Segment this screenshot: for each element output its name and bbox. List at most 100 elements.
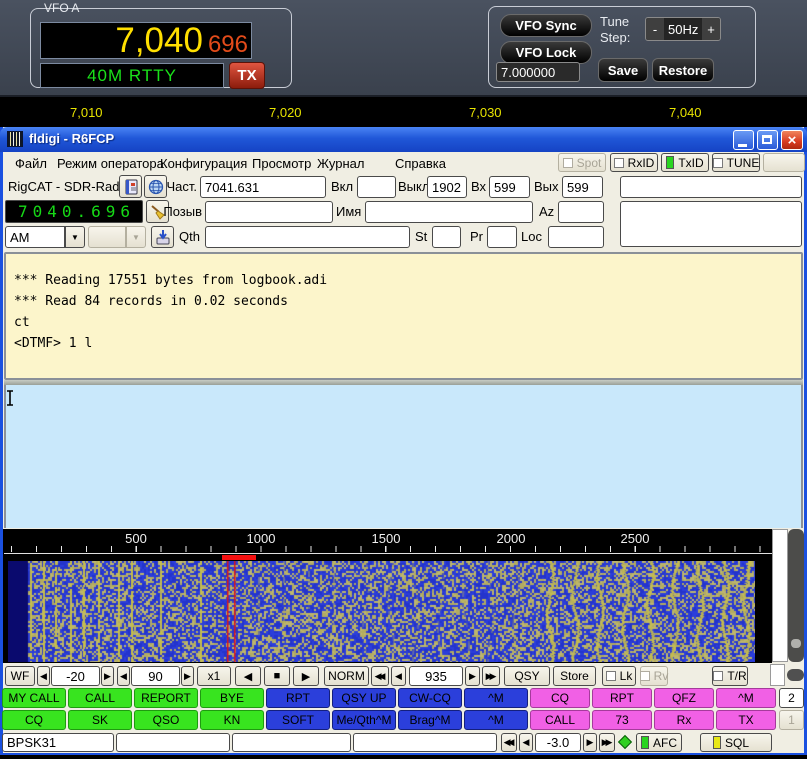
save-button[interactable]: Save xyxy=(598,58,648,82)
macro-12[interactable]: ^M xyxy=(716,688,776,708)
window-titlebar[interactable]: fldigi - R6FCP × xyxy=(0,127,807,152)
status-mode[interactable]: BPSK31 xyxy=(2,733,114,752)
squelch-up[interactable]: ▶ xyxy=(583,733,597,752)
macro-3[interactable]: REPORT xyxy=(134,688,198,708)
rst-in-input[interactable]: 599 xyxy=(489,176,530,198)
maximize-button[interactable] xyxy=(757,130,778,150)
band-mode-display[interactable]: 40M RTTY xyxy=(40,63,224,88)
macro-24[interactable]: TX xyxy=(716,710,776,730)
st-input[interactable] xyxy=(432,226,461,248)
vfo-lock-button[interactable]: VFO Lock xyxy=(500,41,592,64)
mode-combo-arrow[interactable]: ▼ xyxy=(65,226,85,248)
step-minus-button[interactable]: - xyxy=(646,18,664,40)
menu-help[interactable]: Справка xyxy=(393,152,448,174)
audio-freq-value[interactable]: 935 xyxy=(409,666,463,686)
menu-op-mode[interactable]: Режим оператора xyxy=(55,152,166,174)
notes2-box[interactable] xyxy=(620,201,802,247)
reverse-toggle[interactable]: Rv xyxy=(640,666,668,686)
wf-side-slider[interactable] xyxy=(788,529,804,662)
macro-10[interactable]: RPT xyxy=(592,688,652,708)
macro-17[interactable]: SOFT xyxy=(266,710,330,730)
wf-range-down[interactable]: ◀ xyxy=(117,666,130,686)
wf-gain-up[interactable]: ▶ xyxy=(101,666,114,686)
wf-bandwidth-marker[interactable] xyxy=(222,555,256,560)
vfo-sync-button[interactable]: VFO Sync xyxy=(500,14,592,37)
macro-6[interactable]: QSY UP xyxy=(332,688,396,708)
wf-speed-button[interactable]: NORM xyxy=(324,666,369,686)
macro-11[interactable]: QFZ xyxy=(654,688,714,708)
macro-2[interactable]: CALL xyxy=(68,688,132,708)
macro-7[interactable]: CW-CQ xyxy=(398,688,462,708)
menu-configure[interactable]: Конфигурация xyxy=(158,152,249,174)
az-input[interactable] xyxy=(558,201,604,223)
logbook-button[interactable] xyxy=(119,175,142,198)
wf-scroll-left[interactable]: ◀ xyxy=(235,666,261,686)
lock-toggle[interactable]: Lk xyxy=(602,666,636,686)
wf-mode-button[interactable]: WF xyxy=(5,666,35,686)
macro-15[interactable]: QSO xyxy=(134,710,198,730)
macro-9[interactable]: CQ xyxy=(530,688,590,708)
store-button[interactable]: Store xyxy=(553,666,596,686)
macro-19[interactable]: Brag^M xyxy=(398,710,462,730)
macro-16[interactable]: KN xyxy=(200,710,264,730)
freq-step-down[interactable]: ◀ xyxy=(391,666,406,686)
loc-input[interactable] xyxy=(548,226,604,248)
macro-21[interactable]: CALL xyxy=(530,710,590,730)
waterfall-display[interactable] xyxy=(8,561,755,662)
menu-view[interactable]: Просмотр xyxy=(250,152,313,174)
wf-gain-down[interactable]: ◀ xyxy=(37,666,50,686)
macro-14[interactable]: SK xyxy=(68,710,132,730)
rx-text-pane[interactable]: *** Reading 17551 bytes from logbook.adi… xyxy=(4,252,803,380)
freq-input[interactable]: 7041.631 xyxy=(200,176,326,198)
vfo-entry-field[interactable]: 7.000000 xyxy=(496,62,580,82)
qsy-button[interactable]: QSY xyxy=(504,666,550,686)
spot-toggle[interactable]: Spot xyxy=(558,153,606,172)
wf-range-up[interactable]: ▶ xyxy=(181,666,194,686)
close-button[interactable]: × xyxy=(781,130,803,150)
wf-scroll-right[interactable]: ▶ xyxy=(293,666,319,686)
afc-toggle[interactable]: AFC xyxy=(636,733,682,752)
tx-button[interactable]: TX xyxy=(229,62,265,89)
macro-22[interactable]: 73 xyxy=(592,710,652,730)
macro-8[interactable]: ^M xyxy=(464,688,528,708)
step-plus-button[interactable]: + xyxy=(702,18,720,40)
wf-gain-value[interactable]: -20 xyxy=(51,666,100,686)
insert-log-button[interactable] xyxy=(151,226,174,248)
freq-step-up[interactable]: ▶ xyxy=(465,666,480,686)
time-on-input[interactable] xyxy=(357,176,396,198)
time-off-input[interactable]: 1902 xyxy=(427,176,467,198)
restore-button[interactable]: Restore xyxy=(652,58,714,82)
menu-file[interactable]: Файл xyxy=(13,152,49,174)
macro-23[interactable]: Rx xyxy=(654,710,714,730)
macro-1[interactable]: MY CALL xyxy=(2,688,66,708)
macro-20[interactable]: ^M xyxy=(464,710,528,730)
squelch-down-fast[interactable]: ◀◀ xyxy=(501,733,517,752)
pr-input[interactable] xyxy=(487,226,517,248)
txid-toggle[interactable]: TxID xyxy=(661,153,709,172)
macro-5[interactable]: RPT xyxy=(266,688,330,708)
freq-step-up-fast[interactable]: ▶▶ xyxy=(482,666,500,686)
wf-bar-knob[interactable] xyxy=(787,669,804,681)
tr-toggle[interactable]: T/R xyxy=(712,666,748,686)
web-lookup-button[interactable] xyxy=(144,175,167,198)
wf-side-slider-thumb[interactable] xyxy=(791,639,801,648)
mode-combo[interactable]: AM ▼ xyxy=(5,226,85,248)
macro-4[interactable]: BYE xyxy=(200,688,264,708)
rst-out-input[interactable]: 599 xyxy=(562,176,603,198)
qth-input[interactable] xyxy=(205,226,410,248)
macro-bank-2[interactable]: 2 xyxy=(779,688,804,708)
menu-logbook[interactable]: Журнал xyxy=(315,152,366,174)
macro-13[interactable]: CQ xyxy=(2,710,66,730)
vfo-frequency-display[interactable]: 7,040 696 xyxy=(40,22,252,59)
macro-18[interactable]: Me/Qth^M xyxy=(332,710,396,730)
call-input[interactable] xyxy=(205,201,333,223)
minimize-button[interactable] xyxy=(733,130,754,150)
wf-center-button[interactable]: ■ xyxy=(264,666,290,686)
tx-text-pane[interactable] xyxy=(4,385,803,528)
wf-zoom-button[interactable]: x1 xyxy=(197,666,231,686)
freq-step-down-fast[interactable]: ◀◀ xyxy=(371,666,389,686)
tune-toggle[interactable]: TUNE xyxy=(712,153,760,172)
sql-toggle[interactable]: SQL xyxy=(700,733,772,752)
squelch-value[interactable]: -3.0 xyxy=(535,733,581,752)
rig-frequency-display[interactable]: 7040.696 xyxy=(5,200,143,223)
